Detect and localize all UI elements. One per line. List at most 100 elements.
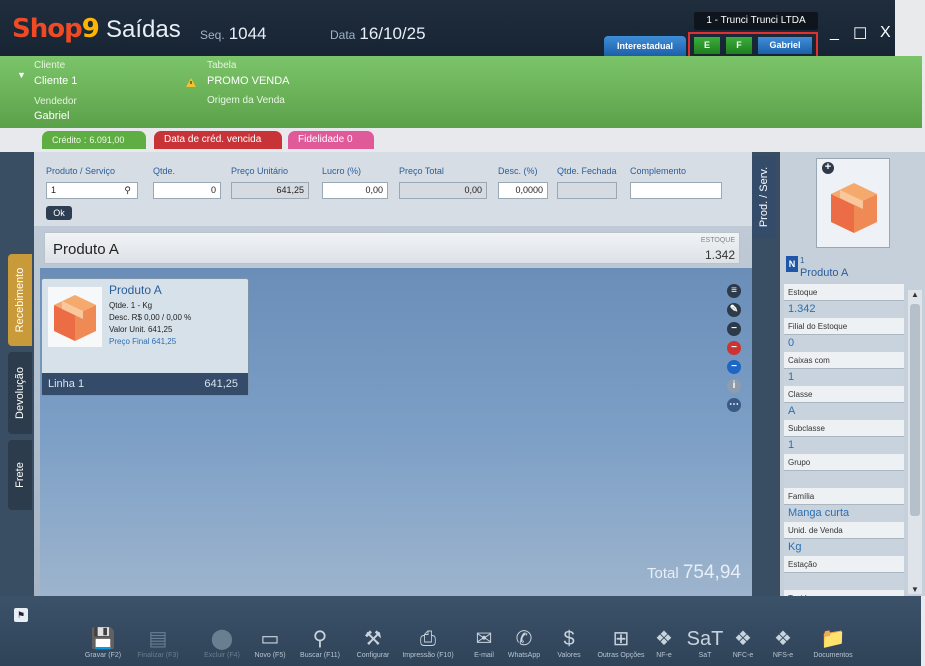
item-preco-final: Preço Final 641,25	[109, 337, 177, 346]
prop-value: 0	[784, 335, 904, 352]
prop-value: A	[784, 403, 904, 420]
toolbar-finalizar[interactable]: ▤ Finalizar (F3)	[128, 626, 188, 659]
total: Total 754,94	[647, 562, 741, 584]
date-label: Data	[330, 28, 356, 42]
desc-input[interactable]: 0,0000	[498, 182, 548, 199]
preco-unit-label: Preço Unitário	[231, 166, 289, 176]
more-icon[interactable]: ⋯	[727, 398, 741, 412]
loyalty-badge[interactable]: Fidelidade 0	[288, 131, 374, 149]
search-icon[interactable]: ⚲	[124, 183, 131, 198]
toolbar-valores[interactable]: $ Valores	[539, 626, 599, 659]
prop-label: Classe	[784, 386, 904, 403]
tabela-label: Tabela	[207, 60, 237, 71]
warning-icon	[186, 78, 196, 87]
tabela-value[interactable]: PROMO VENDA	[207, 75, 290, 87]
item-qtde: Qtde. 1 - Kg	[109, 301, 153, 310]
prop-value: Manga curta	[784, 505, 904, 522]
toolbar-impressao[interactable]: ⎙ Impressão (F10)	[398, 626, 458, 659]
overdue-badge[interactable]: Data de créd. vencida	[154, 131, 282, 149]
outer-background	[895, 0, 925, 56]
add-image-icon[interactable]: +	[822, 162, 834, 174]
tab-prod-serv[interactable]: Prod. / Serv.	[752, 156, 776, 238]
minimize-button[interactable]: _	[830, 24, 839, 42]
credit-badge[interactable]: Crédito : 6.091,00	[42, 131, 146, 149]
e-button[interactable]: E	[694, 37, 720, 54]
scroll-down-icon[interactable]: ▼	[908, 585, 922, 594]
estoque-value: 1.342	[704, 248, 735, 262]
list-icon[interactable]: ≡	[727, 284, 741, 298]
n-badge: N	[786, 256, 798, 272]
produto-label: Produto / Serviço	[46, 166, 116, 176]
vendedor-label: Vendedor	[34, 96, 77, 107]
toolbar-label: Documentos	[813, 652, 853, 659]
credit-value: 6.091,00	[89, 135, 125, 145]
qtde-fechada-field[interactable]	[557, 182, 617, 199]
chevron-down-icon[interactable]: ▼	[17, 70, 26, 80]
cliente-label: Cliente	[34, 60, 66, 71]
product-box-icon	[48, 287, 102, 347]
sequence: Seq. 1044	[200, 24, 267, 44]
folder-icon: 📁	[820, 628, 846, 650]
tab-frete-label: Frete	[14, 462, 26, 488]
produto-input[interactable]: 1 ⚲	[46, 182, 138, 199]
loyalty-value: 0	[346, 134, 353, 145]
details-scrollbar[interactable]: ▲ ▼	[908, 290, 922, 594]
item-card[interactable]: Produto A Qtde. 1 - Kg Desc. R$ 0,00 / 0…	[41, 278, 249, 396]
origem-label[interactable]: Origem da Venda	[207, 95, 285, 106]
total-label: Total	[647, 565, 679, 582]
sale-header	[0, 56, 925, 128]
item-line: Linha 1	[48, 378, 85, 390]
prop-value	[784, 471, 904, 488]
toolbar-gravar[interactable]: 💾 Gravar (F2)	[73, 626, 133, 659]
desc-label: Desc. (%)	[498, 166, 538, 176]
credit-label: Crédito	[52, 135, 82, 145]
scroll-thumb[interactable]	[910, 304, 920, 516]
minus-icon[interactable]: −	[727, 322, 741, 336]
gabriel-button[interactable]: Gabriel	[758, 37, 812, 54]
complemento-input[interactable]	[630, 182, 722, 199]
vendedor-value[interactable]: Gabriel	[34, 110, 69, 122]
outer-background	[921, 596, 925, 666]
info-icon[interactable]: i	[727, 379, 741, 393]
preco-total-field[interactable]: 0,00	[399, 182, 487, 199]
prop-value: 1.342	[784, 301, 904, 318]
tab-frete[interactable]: Frete	[8, 440, 32, 510]
remove-icon[interactable]: −	[727, 341, 741, 355]
scroll-up-icon[interactable]: ▲	[908, 290, 922, 299]
prop-label: Filial do Estoque	[784, 318, 904, 335]
loyalty-label: Fidelidade	[298, 134, 345, 145]
item-valor-unit: Valor Unit. 641,25	[109, 325, 173, 334]
lucro-label: Lucro (%)	[322, 166, 362, 176]
toolbar-label: Valores	[557, 652, 581, 659]
qtde-fechada-label: Qtde. Fechada	[557, 166, 617, 176]
total-value: 754,94	[682, 562, 741, 583]
cliente-value[interactable]: Cliente 1	[34, 75, 77, 87]
tab-recebimento[interactable]: Recebimento	[8, 254, 32, 346]
pin-icon[interactable]: ⚑	[14, 608, 28, 622]
seq-value: 1044	[228, 24, 267, 43]
lucro-input[interactable]: 0,00	[322, 182, 388, 199]
tab-devolucao[interactable]: Devolução	[8, 352, 32, 434]
toolbar-configurar[interactable]: ⚒ Configurar	[343, 626, 403, 659]
maximize-button[interactable]: ☐	[853, 24, 867, 44]
qtde-label: Qtde.	[153, 166, 176, 176]
close-button[interactable]: X	[880, 24, 891, 42]
edit-icon[interactable]: ✎	[727, 303, 741, 317]
ok-button[interactable]: Ok	[46, 206, 72, 220]
item-title: Produto A	[109, 283, 162, 297]
tab-prod-serv-label: Prod. / Serv.	[758, 166, 770, 228]
toolbar-label: Impressão (F10)	[402, 652, 454, 659]
interestadual-button[interactable]: Interestadual	[604, 36, 686, 56]
f-button[interactable]: F	[726, 37, 752, 54]
selected-product-name: Produto A	[53, 241, 119, 258]
blue-action-icon[interactable]: −	[727, 360, 741, 374]
item-desc: Desc. R$ 0,00 / 0,00 %	[109, 313, 192, 322]
preco-unit-field[interactable]: 641,25	[231, 182, 309, 199]
toolbar-documentos[interactable]: 📁 Documentos	[803, 626, 863, 659]
qtde-input[interactable]: 0	[153, 182, 221, 199]
search-icon: ⚲	[312, 628, 328, 650]
toolbar-buscar[interactable]: ⚲ Buscar (F11)	[290, 626, 350, 659]
dollar-icon: $	[563, 628, 575, 650]
title-bar: Shop9 Saídas Seq. 1044 Data 16/10/25 1 - T…	[0, 0, 925, 58]
toolbar-label: Finalizar (F3)	[137, 652, 179, 659]
